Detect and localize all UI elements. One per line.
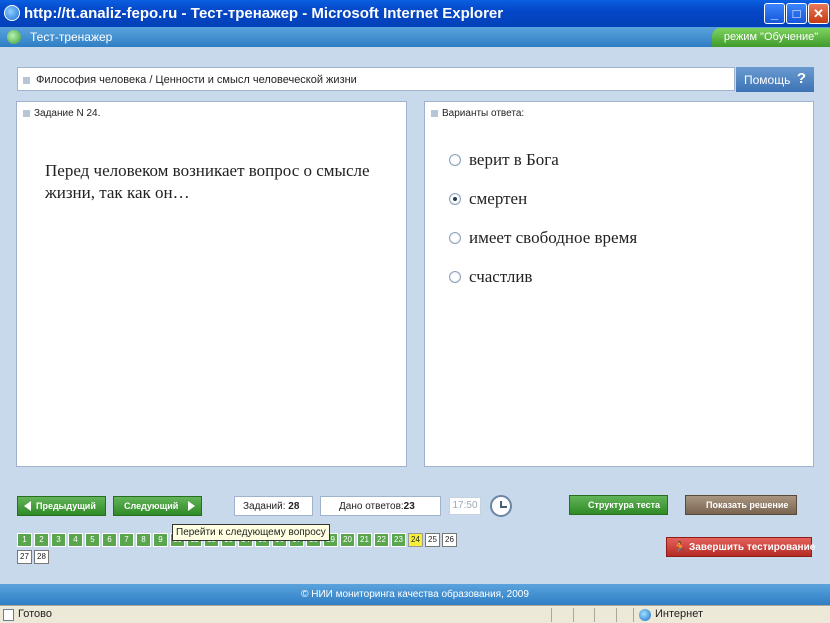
radio-button[interactable] [449,154,461,166]
answer-option-label: счастлив [469,267,533,286]
answers-count-value: 23 [403,501,415,512]
answers-panel: Варианты ответа: верит в Бога смертен им… [424,101,814,467]
app-title: Тест-тренажер [30,30,113,44]
minimize-button[interactable]: _ [764,3,785,24]
running-man-icon: 🏃 [673,542,687,554]
radio-button[interactable] [449,271,461,283]
previous-button[interactable]: Предыдущий [17,496,106,516]
question-nav-cell[interactable]: 3 [51,533,66,547]
question-nav-cell[interactable]: 5 [85,533,100,547]
radio-button-selected[interactable] [449,193,461,205]
arrow-right-icon [188,501,195,511]
question-nav-cell[interactable]: 20 [340,533,355,547]
answers-count-label: Дано ответов: [339,501,404,512]
test-structure-label: Структура теста [588,500,661,510]
bullet-square-icon [23,77,30,84]
question-nav-cell[interactable]: 25 [425,533,440,547]
question-nav-cell[interactable]: 6 [102,533,117,547]
answers-count-box: Дано ответов:23 [320,496,441,516]
answers-header: Варианты ответа: [442,108,525,119]
radio-button[interactable] [449,232,461,244]
tasks-count-label: Заданий: [243,501,286,512]
next-label: Следующий [124,501,179,511]
close-button[interactable]: ✕ [808,3,829,24]
maximize-button[interactable]: □ [786,3,807,24]
answer-option-label: имеет свободное время [469,228,638,247]
workspace: Философия человека / Ценности и смысл че… [0,47,830,584]
question-nav-cell[interactable]: 27 [17,550,32,564]
tasks-count-box: Заданий: 28 [234,496,313,516]
question-nav-cell[interactable]: 24 [408,533,423,547]
task-panel: Задание N 24. Перед человеком возникает … [16,101,407,467]
bullet-square-icon [431,110,438,117]
question-nav-cell[interactable]: 21 [357,533,372,547]
question-nav-cell[interactable]: 23 [391,533,406,547]
help-label: Помощь [744,73,791,87]
answer-option-label: смертен [469,189,528,208]
tooltip: Перейти к следующему вопросу [172,524,330,541]
status-text: Готово [18,608,52,620]
clock-icon[interactable] [490,495,512,517]
tasks-count-value: 28 [288,501,300,512]
window-title: http://tt.analiz-fepo.ru - Тест-тренажер… [24,5,504,22]
internet-explorer-icon [4,5,20,21]
page-icon [3,609,14,621]
answer-option-label: верит в Бога [469,150,559,169]
question-nav-cell[interactable]: 8 [136,533,151,547]
question-nav-cell[interactable]: 7 [119,533,134,547]
question-nav-cell[interactable]: 1 [17,533,32,547]
show-solution-label: Показать решение [706,500,789,510]
help-button[interactable]: Помощь ? [736,67,814,92]
question-nav-cell[interactable]: 22 [374,533,389,547]
task-number: Задание N 24. [34,108,101,119]
question-nav-cell[interactable]: 28 [34,550,49,564]
question-mark-icon: ? [796,70,806,87]
show-solution-button[interactable]: Показать решение [685,495,797,515]
finish-test-label: Завершить тестирование [689,542,816,553]
bullet-square-icon [23,110,30,117]
finish-test-button[interactable]: 🏃 Завершить тестирование [666,537,816,557]
task-panel-header: Задание N 24. [17,102,406,122]
arrow-left-icon [24,501,31,511]
status-bar: Готово Интернет [0,605,830,623]
test-structure-button[interactable]: Структура теста [569,495,668,515]
question-nav-cell[interactable]: 4 [68,533,83,547]
question-nav-cell[interactable]: 2 [34,533,49,547]
breadcrumb-text: Философия человека / Ценности и смысл че… [36,74,357,86]
footer: © НИИ мониторинга качества образования, … [0,584,830,605]
security-zone: Интернет [655,608,703,620]
breadcrumb: Философия человека / Ценности и смысл че… [17,67,735,91]
mode-badge: режим "Обучение" [712,28,830,47]
question-text: Перед человеком возникает вопрос о смысл… [45,161,370,202]
question-nav-cell[interactable]: 9 [153,533,168,547]
app-header: Тест-тренажер режим "Обучение" [0,27,830,47]
answers-panel-header: Варианты ответа: [425,102,813,122]
timer-display: 17:50 [449,497,481,515]
question-nav-cell[interactable]: 26 [442,533,457,547]
window-title-bar: http://tt.analiz-fepo.ru - Тест-тренажер… [0,0,830,27]
app-logo-icon [7,30,21,44]
globe-icon [639,609,651,621]
next-button[interactable]: Следующий [113,496,202,516]
previous-label: Предыдущий [36,501,96,511]
